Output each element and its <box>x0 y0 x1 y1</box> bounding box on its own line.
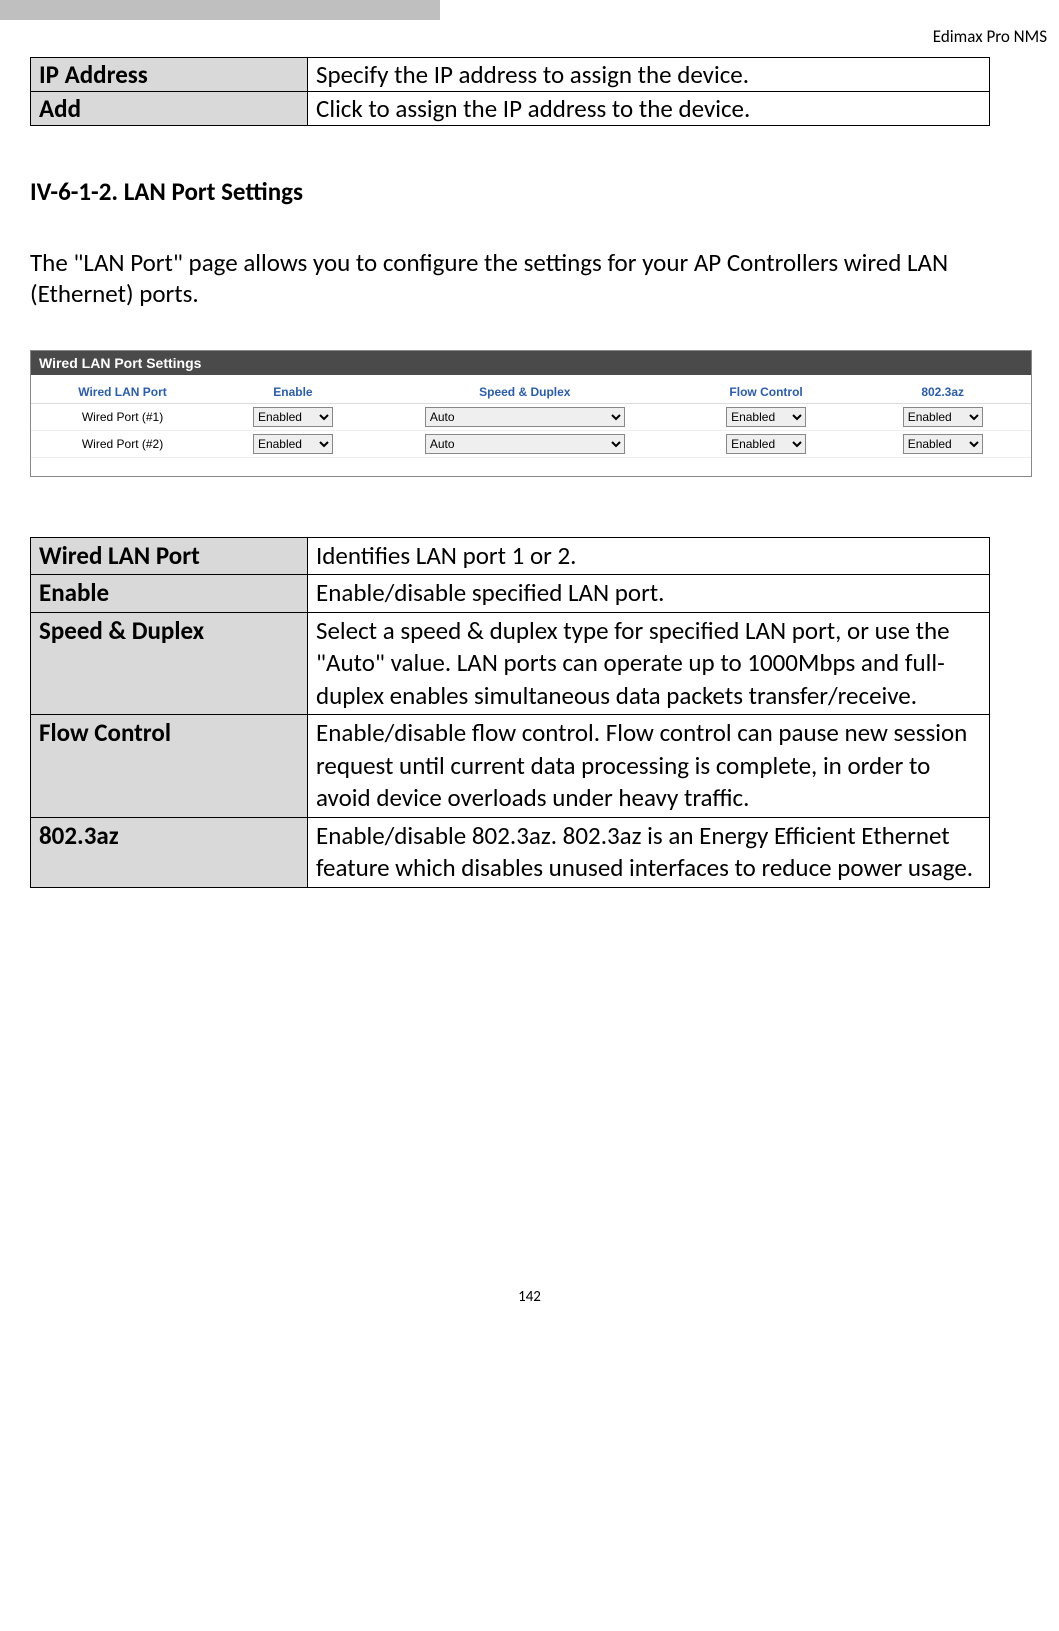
col-az: 802.3az <box>854 381 1031 404</box>
add-label: Add <box>31 92 308 126</box>
ip-address-label: IP Address <box>31 58 308 92</box>
col-flow: Flow Control <box>678 381 855 404</box>
az-desc: Enable/disable 802.3az. 802.3az is an En… <box>308 817 990 887</box>
add-desc: Click to assign the IP address to the de… <box>308 92 990 126</box>
enable-label: Enable <box>31 575 308 613</box>
intro-table: IP Address Specify the IP address to ass… <box>30 57 990 126</box>
az-select[interactable]: Enabled <box>903 434 983 454</box>
page-number: 142 <box>0 1288 1059 1314</box>
az-label: 802.3az <box>31 817 308 887</box>
enable-select[interactable]: Enabled <box>253 434 333 454</box>
az-select[interactable]: Enabled <box>903 407 983 427</box>
table-row: Wired Port (#2) Enabled Auto Enabled Ena… <box>31 430 1031 457</box>
col-speed: Speed & Duplex <box>372 381 678 404</box>
top-grey-bar <box>0 0 440 20</box>
speed-duplex-desc: Select a speed & duplex type for specifi… <box>308 612 990 715</box>
speed-duplex-label: Speed & Duplex <box>31 612 308 715</box>
port-name: Wired Port (#1) <box>31 403 214 430</box>
flow-control-desc: Enable/disable flow control. Flow contro… <box>308 715 990 818</box>
enable-select[interactable]: Enabled <box>253 407 333 427</box>
table-row: Wired Port (#1) Enabled Auto Enabled Ena… <box>31 403 1031 430</box>
ip-address-desc: Specify the IP address to assign the dev… <box>308 58 990 92</box>
wired-lan-port-label: Wired LAN Port <box>31 537 308 575</box>
port-name: Wired Port (#2) <box>31 430 214 457</box>
panel-title: Wired LAN Port Settings <box>31 351 1031 375</box>
header-product-name: Edimax Pro NMS <box>0 20 1059 47</box>
lan-port-table: Wired LAN Port Enable Speed & Duplex Flo… <box>31 381 1031 458</box>
speed-select[interactable]: Auto <box>425 434 625 454</box>
intro-paragraph: The "LAN Port" page allows you to config… <box>30 247 1029 310</box>
col-port: Wired LAN Port <box>31 381 214 404</box>
section-heading: IV-6-1-2. LAN Port Settings <box>30 176 1029 207</box>
col-enable: Enable <box>214 381 372 404</box>
wired-lan-port-desc: Identifies LAN port 1 or 2. <box>308 537 990 575</box>
description-table: Wired LAN Port Identifies LAN port 1 or … <box>30 537 990 888</box>
flow-control-label: Flow Control <box>31 715 308 818</box>
flow-select[interactable]: Enabled <box>726 407 806 427</box>
flow-select[interactable]: Enabled <box>726 434 806 454</box>
wired-lan-settings-panel: Wired LAN Port Settings Wired LAN Port E… <box>30 350 1032 477</box>
enable-desc: Enable/disable specified LAN port. <box>308 575 990 613</box>
speed-select[interactable]: Auto <box>425 407 625 427</box>
